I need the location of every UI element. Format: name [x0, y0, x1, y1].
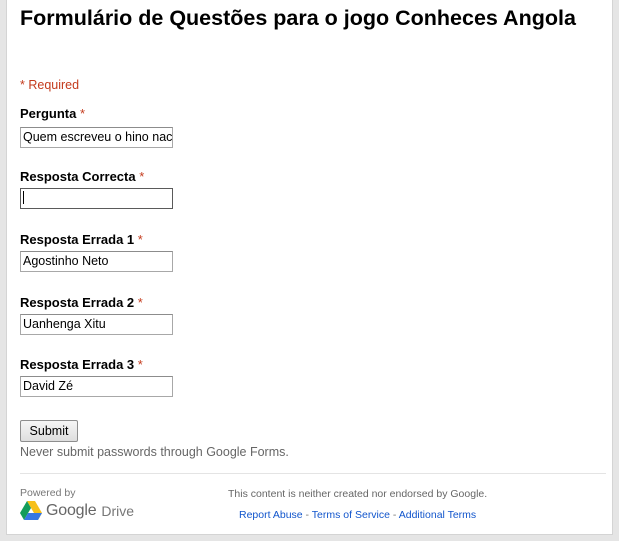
- form-card: Formulário de Questões para o jogo Conhe…: [6, 0, 613, 535]
- question-input[interactable]: Quem escreveu o hino nac: [20, 127, 173, 148]
- google-drive-logo[interactable]: Google Drive: [20, 500, 134, 522]
- logo-google-text: Google: [46, 502, 97, 519]
- link-separator: -: [389, 509, 399, 521]
- submit-button[interactable]: Submit: [20, 420, 78, 442]
- wrong-answer-1-input[interactable]: Agostinho Neto: [20, 251, 173, 272]
- footer-links: Report Abuse - Terms of Service - Additi…: [239, 509, 476, 521]
- form-title: Formulário de Questões para o jogo Conhe…: [20, 6, 576, 30]
- wrong-answer-3-label-text: Resposta Errada 3: [20, 357, 135, 372]
- required-star: *: [137, 295, 143, 310]
- wrong-answer-2-label: Resposta Errada 2 *: [20, 295, 143, 310]
- correct-answer-label-text: Resposta Correcta: [20, 169, 136, 184]
- correct-answer-input[interactable]: [20, 188, 173, 209]
- additional-terms-link[interactable]: Additional Terms: [399, 509, 476, 521]
- question-label: Pergunta *: [20, 106, 85, 121]
- report-abuse-link[interactable]: Report Abuse: [239, 509, 303, 521]
- wrong-answer-2-label-text: Resposta Errada 2: [20, 295, 135, 310]
- password-warning: Never submit passwords through Google Fo…: [20, 445, 289, 459]
- wrong-answer-1-label-text: Resposta Errada 1: [20, 232, 135, 247]
- powered-by-label: Powered by: [20, 487, 76, 499]
- logo-drive-text: Drive: [101, 503, 135, 519]
- correct-answer-label: Resposta Correcta *: [20, 169, 144, 184]
- footer-divider: [20, 473, 606, 474]
- required-star: *: [137, 232, 143, 247]
- question-label-text: Pergunta: [20, 106, 77, 121]
- required-star: *: [79, 106, 86, 121]
- wrong-answer-3-label: Resposta Errada 3 *: [20, 357, 143, 372]
- google-drive-icon: [20, 501, 42, 520]
- disclaimer-text: This content is neither created nor endo…: [228, 488, 488, 500]
- required-note: * Required: [20, 78, 80, 92]
- required-star: *: [137, 357, 143, 372]
- required-star: *: [139, 169, 145, 184]
- wrong-answer-2-input[interactable]: Uanhenga Xitu: [20, 314, 173, 335]
- terms-of-service-link[interactable]: Terms of Service: [312, 509, 390, 521]
- wrong-answer-1-label: Resposta Errada 1 *: [20, 232, 143, 247]
- wrong-answer-3-input[interactable]: David Zé: [20, 376, 173, 397]
- link-separator: -: [302, 509, 312, 521]
- text-cursor: [23, 191, 24, 204]
